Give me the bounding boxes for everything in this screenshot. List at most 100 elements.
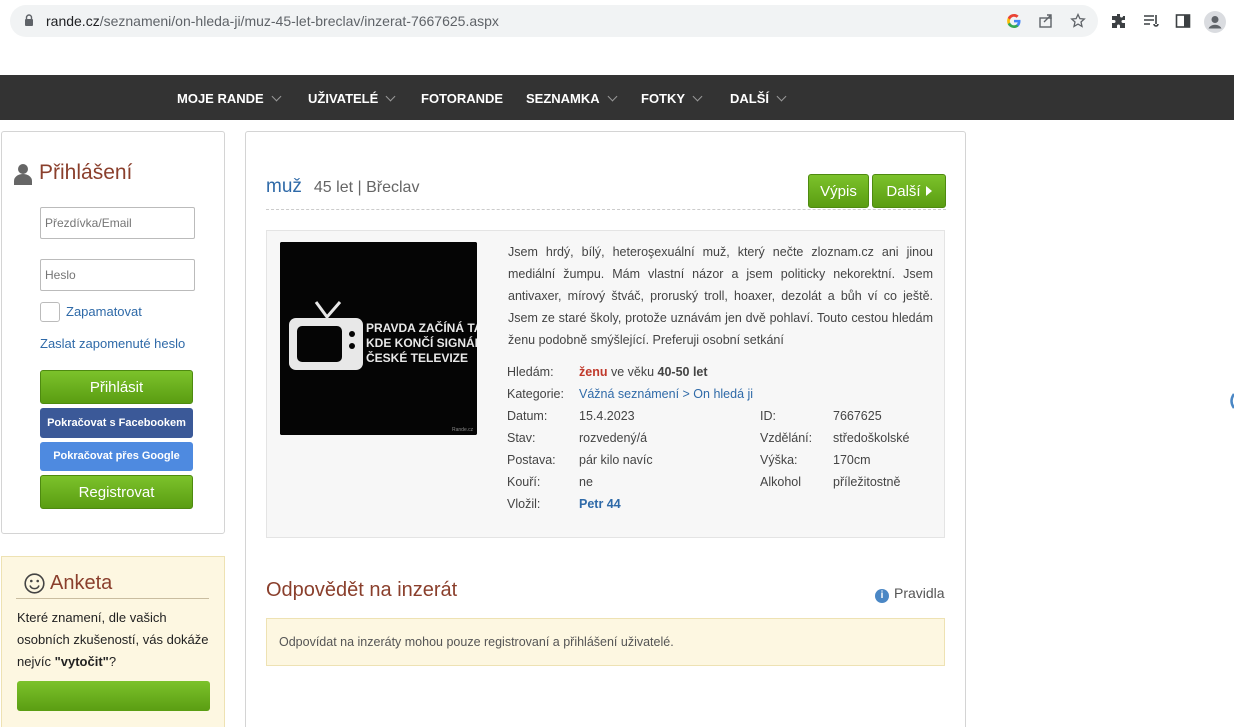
- nav-label: SEZNAMKA: [526, 91, 600, 106]
- poll-question-end: ?: [108, 654, 117, 669]
- nav-label: MOJE RANDE: [177, 91, 264, 106]
- id-label: ID:: [760, 409, 776, 423]
- photo-line-3: ČESKÉ TELEVIZE: [366, 350, 468, 365]
- reading-list-icon[interactable]: [1142, 12, 1160, 30]
- alcohol-label: Alkohol: [760, 475, 801, 489]
- extensions-icon[interactable]: [1110, 12, 1128, 30]
- seeking-label: Hledám:: [507, 365, 554, 379]
- ad-age-location: 45 let | Břeclav: [313, 179, 420, 196]
- smile-icon: [24, 573, 45, 594]
- poll-question: Které znamení, dle vašich osobních zkuše…: [17, 607, 217, 673]
- tv-picture: PRAVDA ZAČÍNÁ TAM, KDE KONČÍ SIGNÁL ČESK…: [280, 242, 477, 435]
- register-button[interactable]: Registrovat: [40, 475, 193, 509]
- remember-label[interactable]: Zapamatovat: [66, 304, 142, 319]
- education-label: Vzdělání:: [760, 431, 813, 445]
- nav-dalsi[interactable]: DALŠÍ: [730, 75, 787, 120]
- nav-label: FOTKY: [641, 91, 686, 106]
- password-input[interactable]: [40, 259, 195, 291]
- share-icon[interactable]: [1038, 13, 1054, 29]
- nav-uzivatele[interactable]: UŽIVATELÉ: [308, 75, 396, 120]
- chevron-down-icon: [385, 91, 396, 102]
- poll-question-bold: "vytočit": [54, 654, 109, 669]
- url-host: rande.cz: [46, 13, 100, 29]
- nav-seznamka[interactable]: SEZNAMKA: [526, 75, 618, 120]
- address-bar[interactable]: rande.cz/seznameni/on-hleda-ji/muz-45-le…: [10, 5, 1098, 37]
- poll-panel: Anketa Které znamení, dle vašich osobníc…: [1, 556, 225, 727]
- author-label: Vložil:: [507, 497, 541, 511]
- build-label: Postava:: [507, 453, 556, 467]
- ad-gender: muž: [266, 176, 302, 197]
- forgot-password-link[interactable]: Zaslat zapomenuté heslo: [40, 336, 185, 351]
- chevron-down-icon: [607, 91, 618, 102]
- ad-heading: muž 45 let | Břeclav: [266, 176, 419, 198]
- nav-label: FOTORANDE: [421, 91, 504, 106]
- nav-fotorande[interactable]: FOTORANDE: [421, 75, 503, 120]
- ad-detail-box: PRAVDA ZAČÍNÁ TAM, KDE KONČÍ SIGNÁL ČESK…: [266, 230, 945, 538]
- seeking-value: ženu ve věku 40-50 let: [579, 365, 708, 379]
- ad-photo[interactable]: PRAVDA ZAČÍNÁ TAM, KDE KONČÍ SIGNÁL ČESK…: [280, 242, 477, 435]
- side-panel-icon[interactable]: [1174, 12, 1192, 30]
- ad-detail-panel: muž 45 let | Břeclav Výpis Další PRAVDA Z…: [245, 131, 966, 727]
- google-icon[interactable]: [1006, 13, 1022, 29]
- login-button[interactable]: Přihlásit: [40, 370, 193, 404]
- nav-moje-rande[interactable]: MOJE RANDE: [177, 75, 282, 120]
- list-button[interactable]: Výpis: [808, 174, 869, 208]
- rules-link[interactable]: i Pravidla: [875, 585, 945, 603]
- chevron-down-icon: [692, 91, 703, 102]
- photo-line-2: KDE KONČÍ SIGNÁL: [366, 335, 477, 350]
- height-label: Výška:: [760, 453, 798, 467]
- build-value: pár kilo navíc: [579, 453, 653, 467]
- smoke-label: Kouří:: [507, 475, 541, 489]
- browser-toolbar: rande.cz/seznameni/on-hleda-ji/muz-45-le…: [0, 0, 1234, 44]
- next-button[interactable]: Další: [872, 174, 946, 208]
- nav-fotky[interactable]: FOTKY: [641, 75, 703, 120]
- poll-title: Anketa: [50, 572, 113, 594]
- heading-divider: [266, 209, 946, 210]
- education-value: středoškolské: [833, 431, 910, 445]
- poll-vote-button[interactable]: [17, 681, 210, 711]
- url-path: /seznameni/on-hleda-ji/muz-45-let-brecla…: [99, 13, 499, 29]
- date-value: 15.4.2023: [579, 409, 635, 423]
- height-value: 170cm: [833, 453, 871, 467]
- google-login-button[interactable]: Pokračovat přes Google: [40, 442, 193, 471]
- status-value: rozvedený/á: [579, 431, 648, 445]
- status-label: Stav:: [507, 431, 536, 445]
- category-label: Kategorie:: [507, 387, 564, 401]
- reply-title: Odpovědět na inzerát: [266, 579, 458, 601]
- photo-watermark: Rande.cz: [452, 427, 474, 433]
- smoke-value: ne: [579, 475, 593, 489]
- login-panel: Přihlášení Zapamatovat Zaslat zapomenuté…: [1, 131, 225, 534]
- sidebar-widget-icon[interactable]: [1228, 392, 1234, 410]
- next-button-label: Další: [886, 183, 921, 200]
- author-link[interactable]: Petr 44: [579, 497, 621, 511]
- remember-checkbox[interactable]: [40, 302, 60, 322]
- rules-label: Pravidla: [894, 585, 945, 601]
- nav-label: DALŠÍ: [730, 91, 769, 106]
- id-value: 7667625: [833, 409, 882, 423]
- caret-right-icon: [925, 186, 932, 196]
- seeking-mid: ve věku: [607, 365, 658, 379]
- photo-line-1: PRAVDA ZAČÍNÁ TAM,: [366, 320, 477, 335]
- nav-label: UŽIVATELÉ: [308, 91, 379, 106]
- profile-avatar-icon[interactable]: [1204, 11, 1226, 33]
- date-label: Datum:: [507, 409, 548, 423]
- bookmark-star-icon[interactable]: [1070, 13, 1086, 29]
- chevron-down-icon: [271, 91, 282, 102]
- main-navigation: MOJE RANDE UŽIVATELÉ FOTORANDE SEZNAMKA …: [0, 75, 1234, 120]
- user-icon: [14, 164, 32, 185]
- reply-notice: Odpovídat na inzeráty mohou pouze regist…: [266, 618, 945, 666]
- ad-description: Jsem hrdý, bílý, heteroşexuální muž, kte…: [508, 245, 933, 347]
- info-icon: i: [875, 589, 889, 603]
- seeking-target: ženu: [579, 365, 608, 379]
- alcohol-value: příležitostně: [833, 475, 901, 489]
- category-link[interactable]: Vážná seznámení > On hledá ji: [579, 387, 753, 401]
- url-text[interactable]: rande.cz/seznameni/on-hleda-ji/muz-45-le…: [46, 13, 499, 29]
- chevron-down-icon: [776, 91, 787, 102]
- seeking-age: 40-50 let: [657, 365, 708, 379]
- facebook-login-button[interactable]: Pokračovat s Facebookem: [40, 408, 193, 438]
- login-title: Přihlášení: [39, 161, 133, 184]
- lock-icon[interactable]: [24, 14, 34, 27]
- poll-divider: [16, 598, 209, 599]
- page-root: rande.cz/seznameni/on-hleda-ji/muz-45-le…: [0, 0, 1234, 727]
- nickname-email-input[interactable]: [40, 207, 195, 239]
